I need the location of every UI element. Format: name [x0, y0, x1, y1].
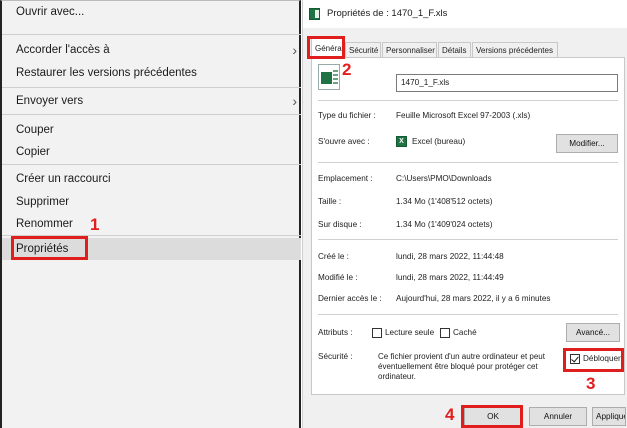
step-2-highlight — [307, 36, 345, 59]
menu-item-send-to[interactable]: Envoyer vers › — [2, 90, 301, 112]
dialog-title-bar: Propriétés de : 1470_1_F.xls — [303, 0, 627, 28]
menu-item-label: Renommer — [16, 218, 73, 230]
divider — [318, 314, 618, 315]
step-2-badge: 2 — [342, 60, 352, 79]
chevron-right-icon: › — [292, 93, 297, 109]
step-4-badge: 4 — [445, 405, 455, 424]
tab-customize[interactable]: Personnaliser — [382, 42, 437, 57]
menu-separator — [2, 164, 301, 165]
menu-item-restore-versions[interactable]: Restaurer les versions précédentes — [2, 62, 301, 84]
menu-item-rename[interactable]: Renommer — [2, 213, 301, 235]
menu-item-grant-access[interactable]: Accorder l'accès à › — [2, 39, 301, 61]
menu-item-cut[interactable]: Couper — [2, 119, 301, 141]
step-1-highlight — [11, 236, 88, 260]
menu-separator — [2, 87, 301, 88]
tab-details[interactable]: Détails — [438, 42, 471, 57]
modified-label: Modifié le : — [318, 273, 358, 282]
type-value: Feuille Microsoft Excel 97-2003 (.xls) — [396, 111, 531, 120]
menu-item-label: Accorder l'accès à — [16, 44, 110, 56]
accessed-label: Dernier accès le : — [318, 294, 382, 303]
attributes-label: Attributs : — [318, 328, 353, 337]
hidden-label: Caché — [453, 328, 477, 337]
tab-previous-versions[interactable]: Versions précédentes — [472, 42, 558, 57]
created-value: lundi, 28 mars 2022, 11:44:48 — [396, 252, 504, 261]
readonly-checkbox[interactable] — [372, 328, 382, 338]
excel-document-icon — [318, 64, 340, 90]
security-warning-text: Ce fichier provient d'un autre ordinateu… — [378, 352, 545, 381]
menu-item-create-shortcut[interactable]: Créer un raccourci — [2, 168, 301, 190]
divider — [318, 162, 618, 163]
step-4-highlight — [461, 405, 523, 428]
cancel-button[interactable]: Annuler — [529, 407, 587, 426]
menu-item-label: Couper — [16, 124, 54, 136]
opens-with-label: S'ouvre avec : — [318, 137, 370, 146]
divider — [318, 239, 618, 240]
step-3-badge: 3 — [586, 374, 596, 393]
menu-item-copy[interactable]: Copier — [2, 141, 301, 163]
tab-security[interactable]: Sécurité — [345, 42, 381, 57]
excel-app-icon: X — [396, 136, 407, 147]
excel-file-icon — [309, 8, 320, 20]
created-label: Créé le : — [318, 252, 349, 261]
menu-item-label: Créer un raccourci — [16, 173, 111, 185]
menu-item-label: Ouvrir avec... — [16, 6, 85, 18]
menu-item-label: Restaurer les versions précédentes — [16, 67, 197, 79]
menu-item-label: Copier — [16, 146, 50, 158]
step-1-badge: 1 — [90, 215, 100, 234]
size-label: Taille : — [318, 197, 342, 206]
menu-separator — [2, 114, 301, 115]
size-value: 1.34 Mo (1'408'512 octets) — [396, 197, 493, 206]
menu-item-delete[interactable]: Supprimer — [2, 191, 301, 213]
hidden-checkbox[interactable] — [440, 328, 450, 338]
menu-item-open-with[interactable]: Ouvrir avec... — [2, 1, 301, 23]
location-label: Emplacement : — [318, 174, 373, 183]
location-value: C:\Users\PMO\Downloads — [396, 174, 492, 183]
file-name-input[interactable]: 1470_1_F.xls — [396, 74, 618, 92]
accessed-value: Aujourd'hui, 28 mars 2022, il y a 6 minu… — [396, 294, 551, 303]
context-menu: Ouvrir avec... Accorder l'accès à › Resta… — [0, 0, 301, 428]
menu-separator — [2, 34, 301, 35]
type-label: Type du fichier : — [318, 111, 376, 120]
readonly-label: Lecture seule — [385, 328, 435, 337]
modified-value: lundi, 28 mars 2022, 11:44:49 — [396, 273, 504, 282]
apply-button[interactable]: Appliquer — [592, 407, 626, 426]
modify-button[interactable]: Modifier... — [556, 134, 618, 153]
divider — [318, 100, 618, 101]
dialog-title: Propriétés de : 1470_1_F.xls — [327, 8, 448, 19]
menu-item-label: Envoyer vers — [16, 95, 84, 107]
step-3-highlight — [563, 348, 624, 372]
opens-with-value: Excel (bureau) — [412, 137, 466, 146]
disk-size-label: Sur disque : — [318, 220, 362, 229]
disk-size-value: 1.34 Mo (1'409'024 octets) — [396, 220, 493, 229]
chevron-right-icon: › — [292, 42, 297, 58]
security-label: Sécurité : — [318, 352, 353, 361]
general-panel: 1470_1_F.xls Type du fichier : Feuille M… — [311, 57, 625, 395]
menu-item-label: Supprimer — [16, 196, 70, 208]
advanced-button[interactable]: Avancé... — [566, 323, 620, 342]
